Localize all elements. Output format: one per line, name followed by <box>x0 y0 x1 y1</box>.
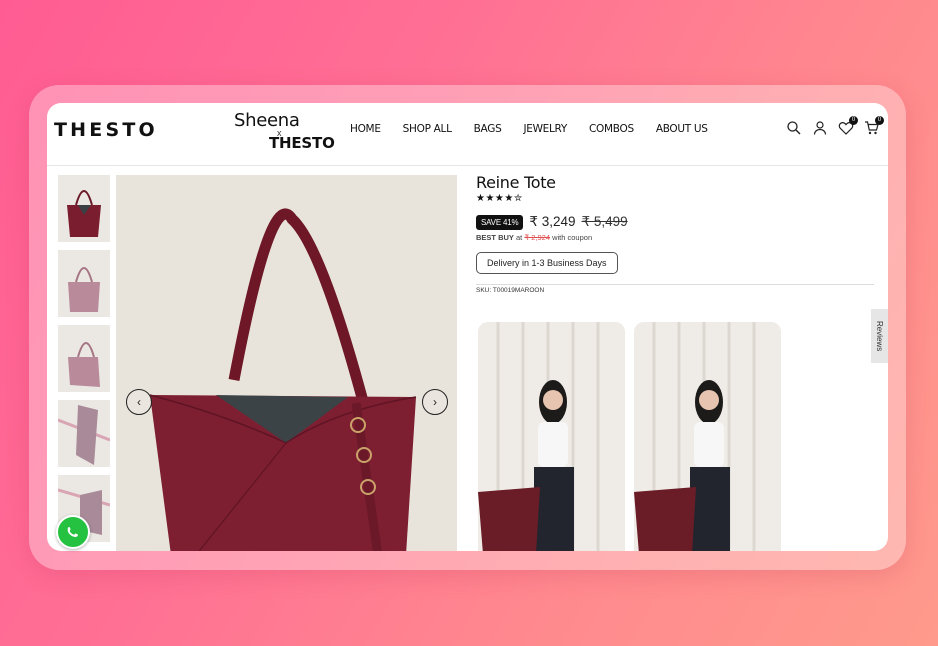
product-sku: SKU: T00019MAROON <box>476 287 545 294</box>
rating-stars[interactable]: ★★★★✮ <box>476 193 876 204</box>
product-page: THESTO Sheena x THESTO HOME SHOP ALL BAG… <box>47 103 888 551</box>
thumbnail-2[interactable] <box>58 250 110 317</box>
video-card-2[interactable] <box>634 322 781 551</box>
header-icons: 0 0 <box>786 116 884 136</box>
tote-bag-illustration <box>149 208 417 551</box>
product-info: Reine Tote ★★★★✮ SAVE 41% ₹ 3,249 ₹ 5,49… <box>476 173 876 294</box>
whatsapp-icon <box>67 527 78 537</box>
search-icon[interactable] <box>786 120 802 136</box>
reviews-tab[interactable]: Reviews <box>871 309 888 363</box>
nav-combos[interactable]: COMBOS <box>589 123 634 135</box>
best-buy-suffix: with coupon <box>552 233 593 242</box>
collab-brand: THESTO <box>269 134 335 152</box>
site-header: THESTO Sheena x THESTO HOME SHOP ALL BAG… <box>47 103 888 166</box>
delivery-badge: Delivery in 1-3 Business Days <box>476 252 618 274</box>
main-nav: HOME SHOP ALL BAGS JEWELRY COMBOS ABOUT … <box>350 123 730 135</box>
thumbnail-3[interactable] <box>58 325 110 392</box>
nav-about-us[interactable]: ABOUT US <box>656 123 708 135</box>
thumbnail-4[interactable] <box>58 400 110 467</box>
best-buy-label: BEST BUY <box>476 233 514 242</box>
original-price: ₹ 5,499 <box>581 214 628 229</box>
next-image-button[interactable]: › <box>422 389 448 415</box>
divider <box>476 284 874 285</box>
nav-home[interactable]: HOME <box>350 123 381 135</box>
whatsapp-button[interactable] <box>56 515 90 549</box>
cart-icon[interactable]: 0 <box>864 116 884 136</box>
wishlist-count-badge: 0 <box>849 116 858 125</box>
cart-count-badge: 0 <box>875 116 884 125</box>
price-row: SAVE 41% ₹ 3,249 ₹ 5,499 <box>476 214 876 230</box>
sale-price: ₹ 3,249 <box>529 214 576 229</box>
account-icon[interactable] <box>812 120 828 136</box>
wishlist-icon[interactable]: 0 <box>838 116 858 136</box>
best-buy-offer: BEST BUY at ₹ 2,924 with coupon <box>476 233 876 242</box>
nav-bags[interactable]: BAGS <box>474 123 502 135</box>
prev-image-button[interactable]: ‹ <box>126 389 152 415</box>
save-badge: SAVE 41% <box>476 214 524 230</box>
video-card-1[interactable] <box>478 322 625 551</box>
thumbnail-1[interactable] <box>58 175 110 242</box>
nav-jewelry[interactable]: JEWELRY <box>523 123 567 135</box>
collab-logo[interactable]: Sheena x THESTO <box>233 110 335 160</box>
main-product-image[interactable]: ‹ › <box>116 175 457 551</box>
best-buy-price: ₹ 2,924 <box>524 233 550 242</box>
nav-shop-all[interactable]: SHOP ALL <box>403 123 452 135</box>
site-logo[interactable]: THESTO <box>54 119 158 141</box>
thumbnail-gallery <box>58 175 110 550</box>
product-title: Reine Tote <box>476 173 556 192</box>
collab-name: Sheena <box>234 110 300 131</box>
best-buy-at: at <box>516 233 523 242</box>
